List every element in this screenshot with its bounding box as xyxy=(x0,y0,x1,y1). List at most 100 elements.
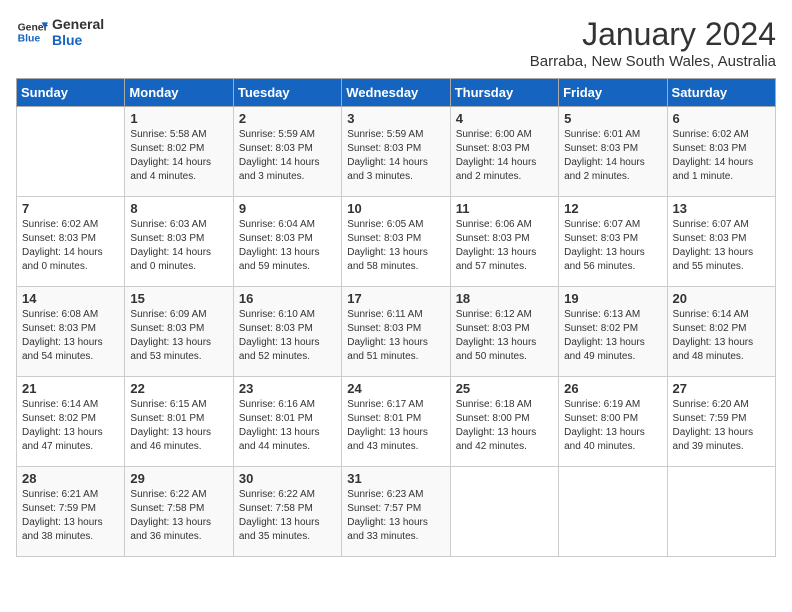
calendar-cell xyxy=(667,467,775,557)
day-number: 18 xyxy=(456,291,553,306)
calendar-cell: 3Sunrise: 5:59 AMSunset: 8:03 PMDaylight… xyxy=(342,107,450,197)
logo: General Blue General Blue xyxy=(16,16,104,48)
page-header: General Blue General Blue January 2024 B… xyxy=(16,16,776,70)
header-tuesday: Tuesday xyxy=(233,79,341,107)
day-info: Sunrise: 6:05 AMSunset: 8:03 PMDaylight:… xyxy=(347,218,444,274)
day-number: 2 xyxy=(239,111,336,126)
day-info: Sunrise: 6:22 AMSunset: 7:58 PMDaylight:… xyxy=(130,488,227,544)
calendar-cell: 10 Sunrise: 6:05 AMSunset: 8:03 PMDayligh… xyxy=(342,197,450,287)
calendar-cell xyxy=(450,467,558,557)
calendar-cell: 1Sunrise: 5:58 AMSunset: 8:02 PMDaylight… xyxy=(125,107,233,197)
day-number: 12 xyxy=(564,201,661,216)
day-info: Sunrise: 6:07 AMSunset: 8:03 PMDaylight:… xyxy=(564,218,661,274)
day-info: Sunrise: 5:58 AMSunset: 8:02 PMDaylight:… xyxy=(130,128,227,184)
day-info: Sunrise: 6:17 AMSunset: 8:01 PMDaylight:… xyxy=(347,398,444,454)
svg-text:Blue: Blue xyxy=(18,34,41,45)
day-info: Sunrise: 6:08 AMSunset: 8:03 PMDaylight:… xyxy=(22,308,119,364)
calendar-cell: 16 Sunrise: 6:10 AMSunset: 8:03 PMDayligh… xyxy=(233,287,341,377)
calendar-cell: 17 Sunrise: 6:11 AMSunset: 8:03 PMDayligh… xyxy=(342,287,450,377)
calendar-subtitle: Barraba, New South Wales, Australia xyxy=(530,53,776,70)
calendar-cell: 26 Sunrise: 6:19 AMSunset: 8:00 PMDayligh… xyxy=(559,377,667,467)
day-info: Sunrise: 6:21 AMSunset: 7:59 PMDaylight:… xyxy=(22,488,119,544)
calendar-cell: 30 Sunrise: 6:22 AMSunset: 7:58 PMDayligh… xyxy=(233,467,341,557)
calendar-cell: 25 Sunrise: 6:18 AMSunset: 8:00 PMDayligh… xyxy=(450,377,558,467)
calendar-cell: 20 Sunrise: 6:14 AMSunset: 8:02 PMDayligh… xyxy=(667,287,775,377)
calendar-cell: 29 Sunrise: 6:22 AMSunset: 7:58 PMDayligh… xyxy=(125,467,233,557)
calendar-week-row: 1Sunrise: 5:58 AMSunset: 8:02 PMDaylight… xyxy=(17,107,776,197)
calendar-cell: 21Sunrise: 6:14 AMSunset: 8:02 PMDayligh… xyxy=(17,377,125,467)
day-info: Sunrise: 6:19 AMSunset: 8:00 PMDaylight:… xyxy=(564,398,661,454)
day-number: 15 xyxy=(130,291,227,306)
day-info: Sunrise: 6:12 AMSunset: 8:03 PMDaylight:… xyxy=(456,308,553,364)
header-wednesday: Wednesday xyxy=(342,79,450,107)
day-info: Sunrise: 6:22 AMSunset: 7:58 PMDaylight:… xyxy=(239,488,336,544)
day-number: 30 xyxy=(239,471,336,486)
calendar-cell xyxy=(559,467,667,557)
calendar-cell: 13 Sunrise: 6:07 AMSunset: 8:03 PMDayligh… xyxy=(667,197,775,287)
calendar-cell: 12 Sunrise: 6:07 AMSunset: 8:03 PMDayligh… xyxy=(559,197,667,287)
day-number: 22 xyxy=(130,381,227,396)
day-info: Sunrise: 6:00 AMSunset: 8:03 PMDaylight:… xyxy=(456,128,553,184)
calendar-cell: 31 Sunrise: 6:23 AMSunset: 7:57 PMDayligh… xyxy=(342,467,450,557)
calendar-cell: 5Sunrise: 6:01 AMSunset: 8:03 PMDaylight… xyxy=(559,107,667,197)
day-info: Sunrise: 6:10 AMSunset: 8:03 PMDaylight:… xyxy=(239,308,336,364)
day-info: Sunrise: 6:04 AMSunset: 8:03 PMDaylight:… xyxy=(239,218,336,274)
calendar-week-row: 21Sunrise: 6:14 AMSunset: 8:02 PMDayligh… xyxy=(17,377,776,467)
header-monday: Monday xyxy=(125,79,233,107)
calendar-cell: 6 Sunrise: 6:02 AMSunset: 8:03 PMDaylight… xyxy=(667,107,775,197)
day-number: 7 xyxy=(22,201,119,216)
day-number: 6 xyxy=(673,111,770,126)
day-info: Sunrise: 6:23 AMSunset: 7:57 PMDaylight:… xyxy=(347,488,444,544)
day-info: Sunrise: 5:59 AMSunset: 8:03 PMDaylight:… xyxy=(239,128,336,184)
calendar-week-row: 28 Sunrise: 6:21 AMSunset: 7:59 PMDayligh… xyxy=(17,467,776,557)
day-number: 14 xyxy=(22,291,119,306)
calendar-table: SundayMondayTuesdayWednesdayThursdayFrid… xyxy=(16,78,776,557)
calendar-cell xyxy=(17,107,125,197)
day-number: 25 xyxy=(456,381,553,396)
title-block: January 2024 Barraba, New South Wales, A… xyxy=(530,16,776,70)
calendar-cell: 23Sunrise: 6:16 AMSunset: 8:01 PMDayligh… xyxy=(233,377,341,467)
day-number: 13 xyxy=(673,201,770,216)
day-number: 16 xyxy=(239,291,336,306)
calendar-cell: 2 Sunrise: 5:59 AMSunset: 8:03 PMDaylight… xyxy=(233,107,341,197)
logo-text-general: General xyxy=(52,16,104,32)
calendar-cell: 24 Sunrise: 6:17 AMSunset: 8:01 PMDayligh… xyxy=(342,377,450,467)
day-info: Sunrise: 6:03 AMSunset: 8:03 PMDaylight:… xyxy=(130,218,227,274)
day-number: 17 xyxy=(347,291,444,306)
day-info: Sunrise: 6:18 AMSunset: 8:00 PMDaylight:… xyxy=(456,398,553,454)
day-number: 31 xyxy=(347,471,444,486)
day-info: Sunrise: 6:07 AMSunset: 8:03 PMDaylight:… xyxy=(673,218,770,274)
day-number: 23 xyxy=(239,381,336,396)
calendar-week-row: 14 Sunrise: 6:08 AMSunset: 8:03 PMDayligh… xyxy=(17,287,776,377)
day-info: Sunrise: 6:06 AMSunset: 8:03 PMDaylight:… xyxy=(456,218,553,274)
day-info: Sunrise: 6:13 AMSunset: 8:02 PMDaylight:… xyxy=(564,308,661,364)
day-number: 8 xyxy=(130,201,227,216)
day-number: 11 xyxy=(456,201,553,216)
day-number: 29 xyxy=(130,471,227,486)
day-number: 20 xyxy=(673,291,770,306)
calendar-cell: 7Sunrise: 6:02 AMSunset: 8:03 PMDaylight… xyxy=(17,197,125,287)
logo-text-blue: Blue xyxy=(52,32,104,48)
calendar-cell: 14 Sunrise: 6:08 AMSunset: 8:03 PMDayligh… xyxy=(17,287,125,377)
calendar-cell: 18 Sunrise: 6:12 AMSunset: 8:03 PMDayligh… xyxy=(450,287,558,377)
day-number: 26 xyxy=(564,381,661,396)
day-number: 10 xyxy=(347,201,444,216)
day-number: 28 xyxy=(22,471,119,486)
day-info: Sunrise: 6:20 AMSunset: 7:59 PMDaylight:… xyxy=(673,398,770,454)
calendar-week-row: 7Sunrise: 6:02 AMSunset: 8:03 PMDaylight… xyxy=(17,197,776,287)
calendar-cell: 27 Sunrise: 6:20 AMSunset: 7:59 PMDayligh… xyxy=(667,377,775,467)
header-saturday: Saturday xyxy=(667,79,775,107)
calendar-cell: 22Sunrise: 6:15 AMSunset: 8:01 PMDayligh… xyxy=(125,377,233,467)
day-info: Sunrise: 6:09 AMSunset: 8:03 PMDaylight:… xyxy=(130,308,227,364)
header-sunday: Sunday xyxy=(17,79,125,107)
day-number: 19 xyxy=(564,291,661,306)
day-info: Sunrise: 6:14 AMSunset: 8:02 PMDaylight:… xyxy=(673,308,770,364)
calendar-header-row: SundayMondayTuesdayWednesdayThursdayFrid… xyxy=(17,79,776,107)
day-number: 24 xyxy=(347,381,444,396)
calendar-cell: 15 Sunrise: 6:09 AMSunset: 8:03 PMDayligh… xyxy=(125,287,233,377)
header-friday: Friday xyxy=(559,79,667,107)
day-info: Sunrise: 6:02 AMSunset: 8:03 PMDaylight:… xyxy=(673,128,770,184)
day-info: Sunrise: 6:14 AMSunset: 8:02 PMDaylight:… xyxy=(22,398,119,454)
day-info: Sunrise: 6:11 AMSunset: 8:03 PMDaylight:… xyxy=(347,308,444,364)
day-number: 27 xyxy=(673,381,770,396)
